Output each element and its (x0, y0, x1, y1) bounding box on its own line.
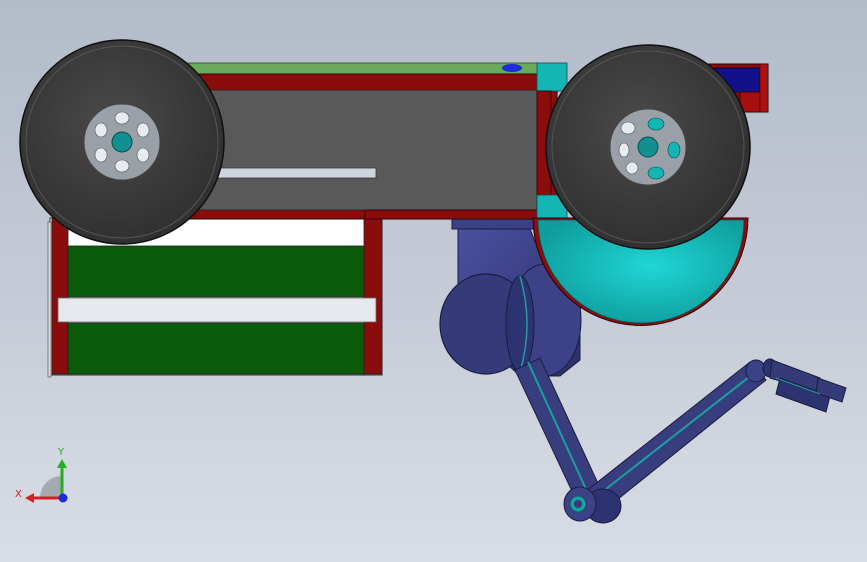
cad-scene[interactable]: Y X (0, 0, 867, 562)
left-rim (83, 103, 161, 181)
main-chassis[interactable] (164, 62, 568, 220)
battery-cell-upper (67, 245, 365, 298)
gripper[interactable] (769, 359, 847, 413)
robotic-arm[interactable] (514, 357, 847, 524)
left-wheel[interactable] (19, 39, 225, 245)
chassis-slot (211, 167, 377, 179)
y-axis-label: Y (57, 447, 65, 458)
top-cover-strip (169, 62, 539, 76)
x-axis-label: X (15, 489, 22, 500)
right-hub (637, 136, 659, 158)
coordinate-triad: Y X (15, 447, 68, 503)
cad-viewport[interactable]: Y X (0, 0, 867, 562)
z-axis-dot (58, 493, 68, 503)
elbow-joint[interactable] (563, 486, 622, 524)
left-hub (111, 131, 133, 153)
right-wheel[interactable] (545, 44, 751, 250)
right-rim (609, 108, 687, 186)
battery-cell-lower (67, 322, 365, 375)
